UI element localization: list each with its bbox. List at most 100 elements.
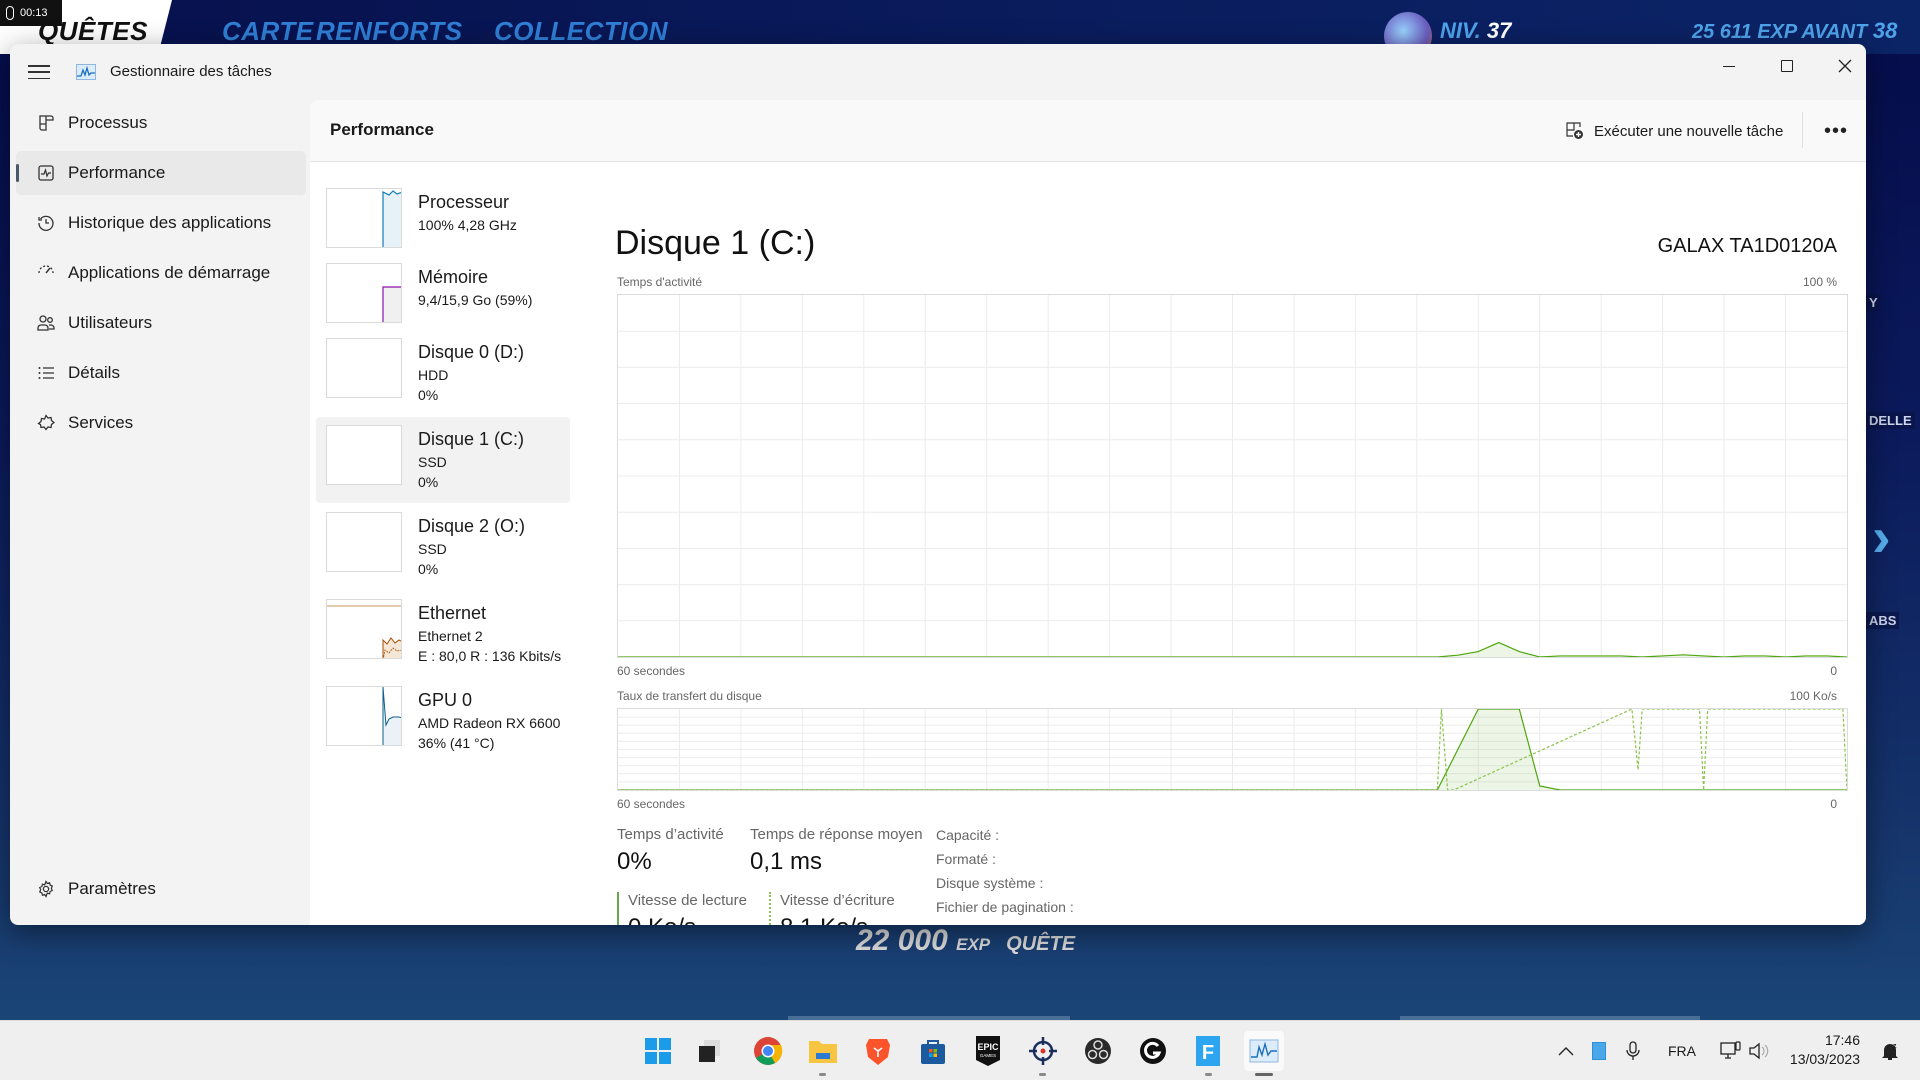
taskbar: EPIC GAMES F FRA 17:46 13/03/2023 z bbox=[0, 1020, 1920, 1080]
microphone-tray-icon[interactable] bbox=[1626, 1021, 1640, 1080]
minimize-button[interactable] bbox=[1700, 44, 1758, 88]
performance-icon bbox=[36, 163, 56, 183]
sidebar-item-performance[interactable]: Performance bbox=[16, 151, 306, 195]
game-tab-reinforcements[interactable]: RENFORTS bbox=[316, 16, 463, 47]
device-item-disk-2[interactable]: Disque 2 (O:) SSD 0% bbox=[316, 504, 570, 590]
clock-date: 13/03/2023 bbox=[1789, 1051, 1860, 1067]
device-item-disk-0[interactable]: Disque 0 (D:) HDD 0% bbox=[316, 330, 570, 416]
game-tab-map[interactable]: CARTE bbox=[222, 16, 314, 47]
transfer-chart-x-right: 0 bbox=[1830, 797, 1837, 811]
run-new-task-button[interactable]: Exécuter une nouvelle tâche bbox=[1566, 116, 1783, 146]
device-item-ethernet[interactable]: Ethernet Ethernet 2 E : 80,0 R : 136 Kbi… bbox=[316, 591, 570, 677]
device-thumbnail-chart bbox=[326, 686, 402, 746]
device-name: Disque 1 (C:) bbox=[418, 429, 525, 449]
sidebar-item-label: Historique des applications bbox=[68, 213, 272, 232]
device-sub: Ethernet 2 bbox=[418, 628, 483, 644]
game-tab-collection[interactable]: COLLECTION bbox=[494, 16, 668, 47]
logitech-g-icon[interactable] bbox=[1135, 1033, 1171, 1069]
page-title: Performance bbox=[330, 120, 434, 139]
transfer-chart-max: 100 Ko/s bbox=[1789, 689, 1837, 703]
transfer-chart bbox=[617, 708, 1848, 791]
svg-text:GAMES: GAMES bbox=[980, 1053, 996, 1058]
recording-time: 00:13 bbox=[20, 7, 48, 19]
activity-chart-max: 100 % bbox=[1802, 275, 1837, 289]
settings-label: Paramètres bbox=[68, 879, 156, 898]
sidebar-item-label: Processus bbox=[68, 113, 148, 132]
activity-stat-value: 0% bbox=[617, 848, 652, 875]
store-icon[interactable] bbox=[915, 1033, 951, 1069]
task-manager-taskbar-icon[interactable] bbox=[1244, 1031, 1284, 1071]
running-indicator bbox=[819, 1073, 826, 1076]
recording-indicator: 00:13 bbox=[0, 0, 62, 26]
clock[interactable]: 17:46 13/03/2023 bbox=[1790, 1031, 1860, 1069]
hamburger-menu-icon[interactable] bbox=[28, 62, 50, 82]
chart-svg bbox=[618, 709, 1847, 790]
device-sub: AMD Radeon RX 6600 bbox=[418, 715, 561, 731]
device-item-cpu[interactable]: Processeur 100% 4,28 GHz bbox=[316, 180, 570, 266]
transfer-chart-label: Taux de transfert du disque bbox=[617, 689, 762, 703]
epic-games-icon[interactable]: EPIC GAMES bbox=[970, 1033, 1006, 1069]
clock-time: 17:46 bbox=[1824, 1032, 1860, 1048]
device-thumbnail-chart bbox=[326, 188, 402, 248]
window-title: Gestionnaire des tâches bbox=[110, 63, 272, 80]
chrome-icon[interactable] bbox=[750, 1033, 786, 1069]
sidebar-item-startup-apps[interactable]: Applications de démarrage bbox=[16, 251, 306, 295]
running-indicator bbox=[1039, 1073, 1046, 1076]
disk-model: GALAX TA1D0120A bbox=[1657, 235, 1837, 257]
device-item-memory[interactable]: Mémoire 9,4/15,9 Go (59%) bbox=[316, 255, 570, 341]
sidebar-item-app-history[interactable]: Historique des applications bbox=[16, 201, 306, 245]
processes-icon bbox=[36, 113, 56, 133]
device-thumbnail-chart bbox=[326, 512, 402, 572]
sidebar-item-label: Services bbox=[68, 413, 134, 432]
sidebar-item-services[interactable]: Services bbox=[16, 401, 306, 445]
property-system-disk: Disque système : bbox=[936, 875, 1044, 891]
windows-start-icon[interactable] bbox=[640, 1033, 676, 1069]
device-name: Disque 0 (D:) bbox=[418, 342, 525, 362]
game-next-arrow-icon[interactable]: › bbox=[1872, 509, 1898, 565]
task-view-icon[interactable] bbox=[692, 1033, 728, 1069]
obs-icon[interactable] bbox=[1080, 1033, 1116, 1069]
level-value: 37 bbox=[1486, 18, 1512, 43]
xp-next-level: 38 bbox=[1872, 18, 1898, 43]
minimize-icon bbox=[1723, 65, 1735, 67]
notification-bell-icon[interactable]: z bbox=[1880, 1021, 1900, 1080]
device-sub: SSD bbox=[418, 454, 447, 470]
crosshair-icon[interactable] bbox=[1025, 1033, 1061, 1069]
device-thumbnail-chart bbox=[326, 425, 402, 485]
brave-icon[interactable] bbox=[860, 1033, 896, 1069]
property-capacity: Capacité : bbox=[936, 827, 1000, 843]
chart-svg bbox=[618, 295, 1847, 657]
device-thumbnail-chart bbox=[326, 338, 402, 398]
read-speed-label: Vitesse de lecture bbox=[628, 892, 747, 909]
maximize-button[interactable] bbox=[1758, 44, 1816, 88]
sidebar-item-details[interactable]: Détails bbox=[16, 351, 306, 395]
maximize-icon bbox=[1781, 60, 1793, 72]
device-thumbnail-chart bbox=[326, 263, 402, 323]
settings-button[interactable]: Paramètres bbox=[16, 867, 306, 911]
device-item-gpu[interactable]: GPU 0 AMD Radeon RX 6600 36% (41 °C) bbox=[316, 678, 570, 764]
device-name: Disque 2 (O:) bbox=[418, 516, 526, 536]
network-icon[interactable] bbox=[1720, 1021, 1742, 1080]
run-task-icon bbox=[1566, 122, 1584, 140]
reward-label: QUÊTE bbox=[1006, 933, 1076, 955]
reward-amount: 22 000 bbox=[856, 924, 948, 957]
device-item-disk-1[interactable]: Disque 1 (C:) SSD 0% bbox=[316, 417, 570, 503]
more-options-button[interactable]: ••• bbox=[1820, 116, 1852, 146]
running-indicator bbox=[1205, 1073, 1212, 1076]
tray-app-icon[interactable] bbox=[1592, 1021, 1606, 1080]
users-icon bbox=[36, 313, 56, 333]
gear-icon bbox=[36, 879, 56, 899]
sidebar-item-processes[interactable]: Processus bbox=[16, 101, 306, 145]
file-explorer-icon[interactable] bbox=[805, 1033, 841, 1069]
language-indicator[interactable]: FRA bbox=[1668, 1021, 1696, 1080]
volume-icon[interactable] bbox=[1748, 1021, 1770, 1080]
xp-text: 25 611 EXP AVANT bbox=[1692, 21, 1868, 43]
device-sub: 0% bbox=[418, 561, 439, 577]
sidebar-item-users[interactable]: Utilisateurs bbox=[16, 301, 306, 345]
tray-overflow-icon[interactable] bbox=[1558, 1021, 1574, 1080]
device-sub: 100% 4,28 GHz bbox=[418, 217, 517, 233]
fortnite-icon[interactable]: F bbox=[1190, 1033, 1226, 1069]
device-name: Mémoire bbox=[418, 267, 489, 287]
game-side-label: ABS bbox=[1866, 612, 1900, 629]
close-button[interactable] bbox=[1816, 44, 1866, 88]
